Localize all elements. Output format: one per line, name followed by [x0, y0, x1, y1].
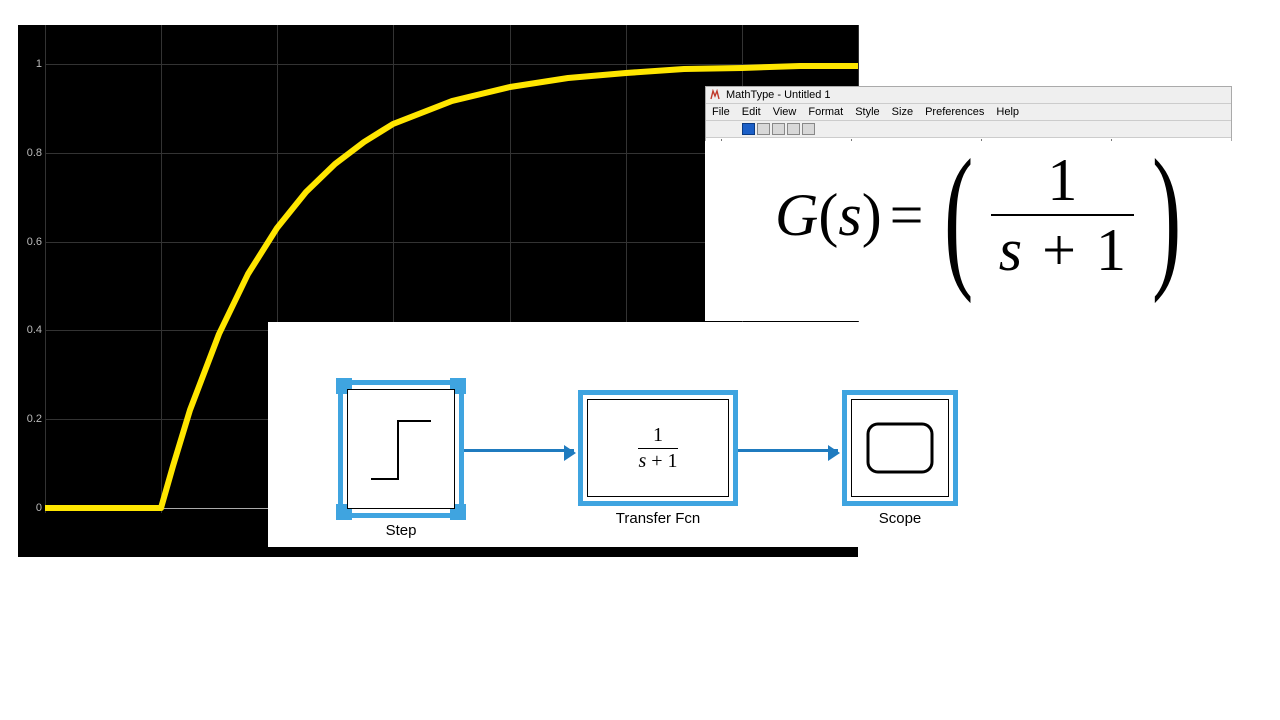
step-icon [366, 409, 436, 489]
menu-style[interactable]: Style [855, 106, 879, 118]
fraction-bar-icon [991, 214, 1134, 216]
menu-view[interactable]: View [773, 106, 797, 118]
fraction: 1 s + 1 [991, 150, 1134, 280]
mathtype-app-icon [710, 89, 722, 101]
ytick-0p8: 0.8 [20, 147, 42, 159]
menu-size[interactable]: Size [892, 106, 913, 118]
scope-block-label: Scope [842, 510, 958, 527]
simulink-model: Step 1 s + 1 Transfer Fcn Scope [268, 322, 988, 547]
menu-preferences[interactable]: Preferences [925, 106, 984, 118]
toolbar-btn-5[interactable] [802, 123, 815, 135]
toolbar-btn-2[interactable] [757, 123, 770, 135]
step-block-label: Step [338, 522, 464, 539]
transfer-fcn-block[interactable]: 1 s + 1 Transfer Fcn [578, 390, 738, 506]
transfer-fcn-block-label: Transfer Fcn [578, 510, 738, 527]
mathtype-menubar: File Edit View Format Style Size Prefere… [706, 104, 1231, 121]
equation-g-of-s: G ( s ) = ( 1 s + 1 ) [775, 150, 1193, 280]
scope-icon [866, 422, 934, 474]
mathtype-titlebar[interactable]: MathType - Untitled 1 [706, 87, 1231, 104]
menu-edit[interactable]: Edit [742, 106, 761, 118]
toolbar-btn-3[interactable] [772, 123, 785, 135]
ytick-0: 0 [20, 502, 42, 514]
menu-help[interactable]: Help [996, 106, 1019, 118]
tf-fraction: 1 s + 1 [638, 424, 677, 473]
signal-arrow-2[interactable] [738, 449, 838, 452]
mathtype-title-text: MathType - Untitled 1 [726, 89, 831, 101]
signal-arrow-1[interactable] [464, 449, 574, 452]
step-block[interactable]: Step [338, 380, 464, 518]
menu-file[interactable]: File [712, 106, 730, 118]
menu-format[interactable]: Format [808, 106, 843, 118]
toolbar-btn-4[interactable] [787, 123, 800, 135]
toolbar-btn-1[interactable] [742, 123, 755, 135]
ytick-0p4: 0.4 [20, 324, 42, 336]
ytick-0p6: 0.6 [20, 236, 42, 248]
scope-block[interactable]: Scope [842, 390, 958, 506]
ytick-0p2: 0.2 [20, 413, 42, 425]
ytick-1: 1 [20, 58, 42, 70]
